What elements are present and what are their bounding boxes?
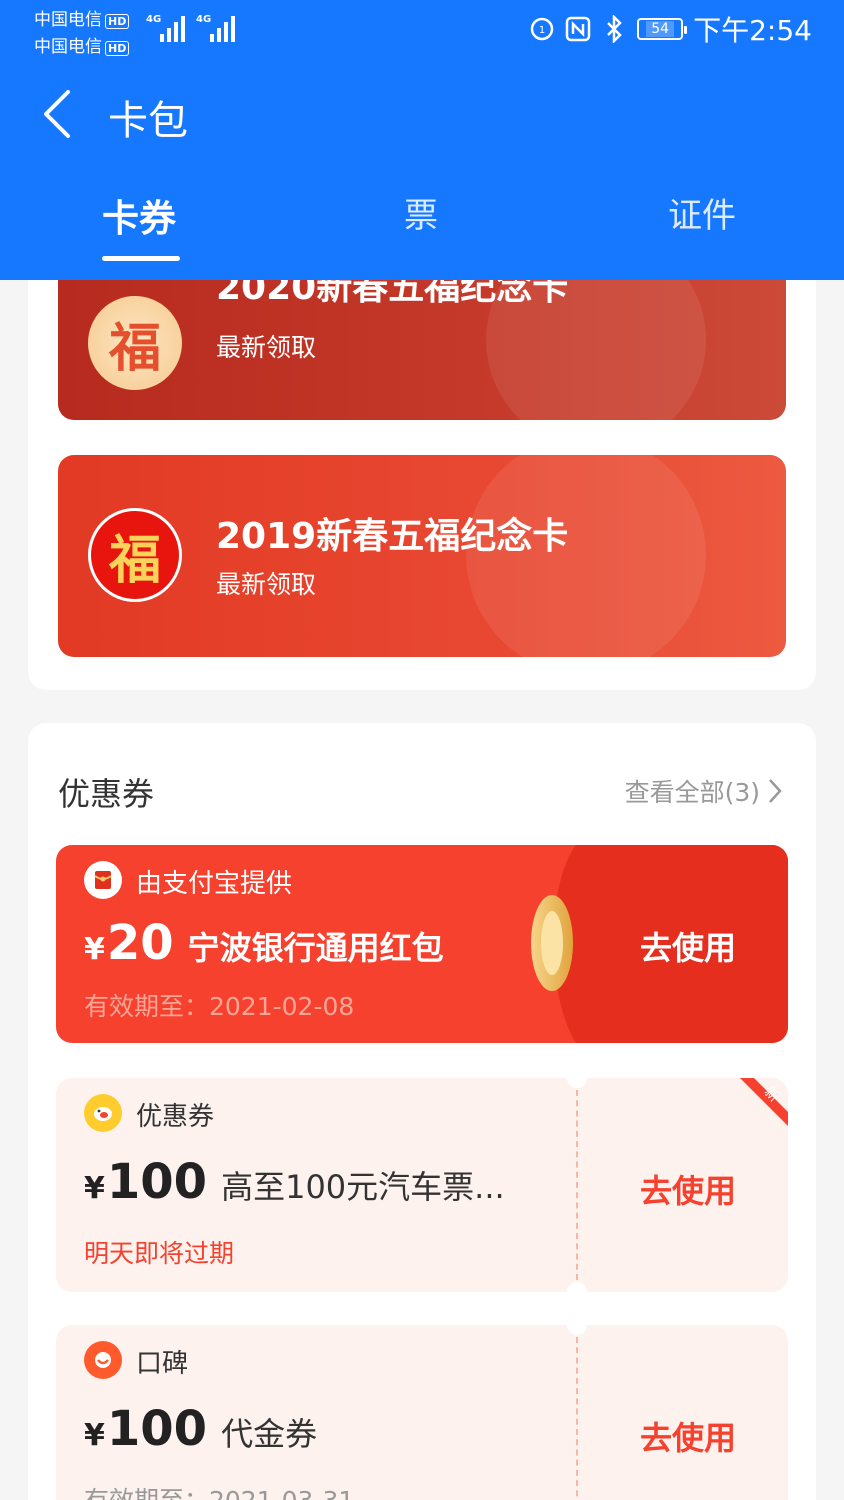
coupon-amount: 100 [106, 1401, 208, 1457]
new-badge-label: 新 [761, 1084, 782, 1105]
clock: 下午2:54 [693, 14, 812, 47]
coupon-source: 由支付宝提供 [136, 869, 293, 899]
carrier-2: 中国电信 HD [34, 32, 130, 57]
tab-tickets[interactable]: 票 [404, 188, 438, 237]
use-button[interactable]: 去使用 [640, 923, 736, 969]
coupon-name: 代金券 [221, 1415, 318, 1453]
coin-icon [531, 895, 573, 991]
fu-card-2019[interactable]: 福 2019新春五福纪念卡 最新领取 [58, 455, 786, 657]
new-badge: 新 [740, 1078, 788, 1126]
coupon-bus-ticket[interactable]: 新 优惠券 ¥ 100 高至100元汽车票... 明天即将过期 去使用 [56, 1078, 788, 1292]
status-bar: 中国电信 HD 中国电信 HD 4G 4G 1 54 下午2:54 [0, 0, 844, 60]
fu-card-subtitle: 最新领取 [216, 333, 317, 362]
section-title: 优惠券 [58, 775, 155, 813]
tab-documents[interactable]: 证件 [668, 188, 736, 237]
tab-cards[interactable]: 卡券 [102, 188, 176, 242]
app-header: 中国电信 HD 中国电信 HD 4G 4G 1 54 下午2:54 卡包 卡券 … [0, 0, 844, 280]
coupon-koubei[interactable]: 口碑 ¥ 100 代金券 有效期至：2021-03-31 去使用 [56, 1325, 788, 1500]
back-button[interactable] [38, 86, 78, 142]
data-saver-icon: 1 [529, 16, 555, 42]
title-row: 卡包 [0, 80, 844, 150]
page-title: 卡包 [108, 98, 188, 144]
coupon-amount: 100 [106, 1154, 208, 1210]
koubei-smile-icon [84, 1341, 122, 1379]
coupon-expiry: 有效期至：2021-02-08 [84, 992, 355, 1021]
currency-symbol: ¥ [84, 932, 105, 967]
feizhu-pig-icon [84, 1094, 122, 1132]
coupon-red-envelope[interactable]: 由支付宝提供 ¥ 20 宁波银行通用红包 有效期至：2021-02-08 去使用 [56, 845, 788, 1043]
fu-seal-icon: 福 [88, 296, 182, 390]
chevron-left-icon [44, 90, 70, 138]
currency-symbol: ¥ [84, 1171, 105, 1206]
coupon-source: 口碑 [136, 1349, 189, 1379]
coupon-name: 宁波银行通用红包 [187, 929, 444, 967]
battery-icon: 54 [637, 18, 688, 40]
svg-text:1: 1 [539, 25, 545, 36]
coupon-source: 优惠券 [136, 1102, 215, 1132]
fu-seal-icon: 福 [88, 508, 182, 602]
battery-level: 54 [646, 21, 675, 37]
hd-badge: HD [105, 14, 130, 29]
view-all-label: 查看全部(3) [624, 778, 760, 807]
bluetooth-icon [601, 15, 627, 43]
coupon-amount-row: ¥ 20 宁波银行通用红包 [84, 915, 444, 971]
fu-card-subtitle: 最新领取 [216, 570, 317, 599]
fu-card-title: 2019新春五福纪念卡 [216, 516, 569, 557]
coupon-name: 高至100元汽车票... [221, 1168, 505, 1206]
network-type-1: 4G [146, 14, 162, 25]
coupon-expiry: 有效期至：2021-03-31 [84, 1481, 354, 1500]
use-button[interactable]: 去使用 [640, 1413, 736, 1459]
currency-symbol: ¥ [84, 1418, 105, 1453]
chevron-right-icon [769, 779, 782, 803]
view-all-link[interactable]: 查看全部(3) [625, 773, 782, 809]
coupon-amount: 20 [106, 915, 174, 971]
fu-cards-panel: 福 2020新春五福纪念卡 最新领取 福 2019新春五福纪念卡 最新领取 [28, 240, 816, 690]
tab-indicator [102, 256, 180, 261]
red-envelope-icon [84, 861, 122, 899]
nfc-icon [565, 16, 591, 42]
carrier-1: 中国电信 HD [34, 5, 130, 30]
coupon-amount-row: ¥ 100 代金券 [84, 1401, 317, 1457]
coupon-expiry: 明天即将过期 [84, 1239, 235, 1268]
carrier-1-label: 中国电信 [34, 10, 102, 30]
hd-badge: HD [105, 41, 130, 56]
status-icons: 1 54 下午2:54 [529, 10, 812, 48]
coupons-panel: 优惠券 查看全部(3) 由支付宝提供 ¥ 20 宁波银行通用红包 有效期至：20… [28, 723, 816, 1500]
tab-bar: 卡券 票 证件 [0, 188, 844, 268]
carrier-2-label: 中国电信 [34, 37, 102, 57]
coupon-amount-row: ¥ 100 高至100元汽车票... [84, 1154, 505, 1210]
network-type-2: 4G [196, 14, 212, 25]
use-button[interactable]: 去使用 [640, 1166, 736, 1212]
